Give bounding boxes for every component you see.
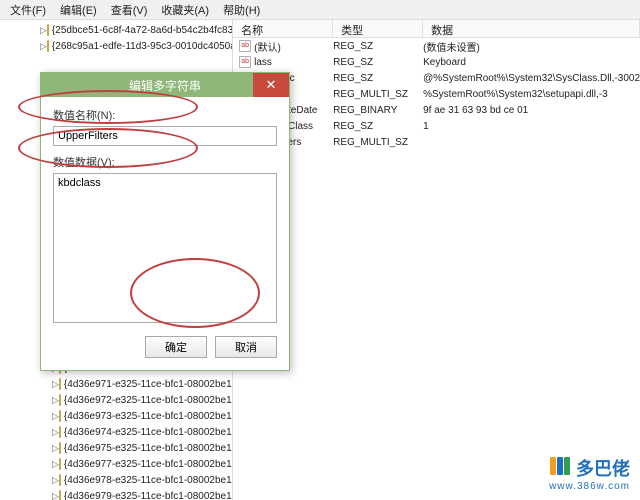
value-type: REG_SZ [333, 41, 423, 52]
tree-item[interactable]: ▷ {4d36e978-e325-11ce-bfc1-08002be10318} [0, 472, 232, 488]
expand-icon[interactable]: ▷ [52, 379, 59, 390]
menu-fav[interactable]: 收藏夹(A) [155, 0, 215, 20]
value-data: Keyboard [423, 57, 640, 68]
tree-item[interactable]: ▷ {4d36e974-e325-11ce-bfc1-08002be10318} [0, 424, 232, 440]
value-row[interactable]: ablass REG_SZ Keyboard [233, 54, 640, 70]
value-icon: ab [239, 56, 251, 68]
folder-icon [47, 24, 49, 36]
folder-icon [59, 410, 61, 422]
menu-file[interactable]: 文件(F) [4, 0, 52, 20]
tree-item-label: {4d36e975-e325-11ce-bfc1-08002be10318} [64, 443, 233, 454]
menu-bar: 文件(F) 编辑(E) 查看(V) 收藏夹(A) 帮助(H) [0, 0, 640, 20]
folder-icon [59, 394, 61, 406]
value-name-input[interactable] [53, 126, 277, 146]
col-type[interactable]: 类型 [333, 20, 423, 37]
tree-item[interactable]: ▷ {4d36e977-e325-11ce-bfc1-08002be10318} [0, 456, 232, 472]
expand-icon[interactable]: ▷ [40, 41, 47, 52]
column-headers: 名称 类型 数据 [233, 20, 640, 38]
value-row[interactable]: abpperFilters REG_MULTI_SZ [233, 134, 640, 150]
ok-button[interactable]: 确定 [145, 336, 207, 358]
value-row[interactable]: abonPath REG_MULTI_SZ %SystemRoot%\Syste… [233, 86, 640, 102]
dialog-titlebar[interactable]: 编辑多字符串 ✕ [41, 73, 289, 97]
tree-item[interactable]: ▷ {25dbce51-6c8f-4a72-8a6d-b54c2b4fc835} [0, 22, 232, 38]
tree-item[interactable]: ▷ {4d36e975-e325-11ce-bfc1-08002be10318} [0, 440, 232, 456]
folder-icon [47, 40, 49, 52]
value-type: REG_SZ [333, 121, 423, 132]
folder-icon [59, 490, 61, 500]
expand-icon[interactable]: ▷ [52, 427, 59, 438]
menu-view[interactable]: 查看(V) [105, 0, 154, 20]
value-row[interactable]: abloInstallClass REG_SZ 1 [233, 118, 640, 134]
folder-icon [59, 474, 61, 486]
expand-icon[interactable]: ▷ [52, 443, 59, 454]
value-name: lass [254, 57, 272, 68]
cancel-button[interactable]: 取消 [215, 336, 277, 358]
folder-icon [59, 426, 61, 438]
expand-icon[interactable]: ▷ [52, 475, 59, 486]
tree-item[interactable]: ▷ {4d36e973-e325-11ce-bfc1-08002be10318} [0, 408, 232, 424]
tree-item-label: {4d36e978-e325-11ce-bfc1-08002be10318} [64, 475, 233, 486]
watermark: 多巴佬 www.386w.com [549, 455, 630, 492]
menu-edit[interactable]: 编辑(E) [54, 0, 103, 20]
expand-icon[interactable]: ▷ [52, 395, 59, 406]
tree-item[interactable]: ▷ {4d36e972-e325-11ce-bfc1-08002be10318} [0, 392, 232, 408]
tree-item-label: {25dbce51-6c8f-4a72-8a6d-b54c2b4fc835} [52, 25, 233, 36]
tree-item[interactable]: ▷ {4d36e979-e325-11ce-bfc1-08002be10318} [0, 488, 232, 500]
value-row[interactable]: ab(默认) REG_SZ (数值未设置) [233, 38, 640, 54]
tree-item-label: {4d36e977-e325-11ce-bfc1-08002be10318} [64, 459, 233, 470]
value-data: %SystemRoot%\System32\setupapi.dll,-3 [423, 89, 640, 100]
tree-item[interactable]: ▷ {268c95a1-edfe-11d3-95c3-0010dc4050a5} [0, 38, 232, 54]
close-icon[interactable]: ✕ [253, 73, 289, 97]
value-data-textarea[interactable] [53, 173, 277, 323]
value-data: 1 [423, 121, 640, 132]
tree-item-label: {4d36e973-e325-11ce-bfc1-08002be10318} [64, 411, 233, 422]
value-type: REG_BINARY [333, 105, 423, 116]
expand-icon[interactable]: ▷ [52, 411, 59, 422]
tree-item-label: {4d36e972-e325-11ce-bfc1-08002be10318} [64, 395, 233, 406]
tree-item-label: {268c95a1-edfe-11d3-95c3-0010dc4050a5} [52, 41, 233, 52]
tree-item[interactable]: ▷ {4d36e971-e325-11ce-bfc1-08002be10318} [0, 376, 232, 392]
value-name: (默认) [254, 39, 281, 54]
value-data: @%SystemRoot%\System32\SysClass.Dll,-300… [423, 73, 640, 84]
expand-icon[interactable]: ▷ [52, 459, 59, 470]
tree-item-label: {4d36e979-e325-11ce-bfc1-08002be10318} [64, 491, 233, 500]
dialog-title-text: 编辑多字符串 [129, 77, 201, 94]
value-data-label: 数值数据(V): [53, 154, 277, 170]
col-data[interactable]: 数据 [423, 20, 640, 37]
value-icon: ab [239, 40, 251, 52]
value-data: (数值未设置) [423, 39, 640, 54]
expand-icon[interactable]: ▷ [52, 491, 59, 500]
value-row[interactable]: 01astDeleteDate REG_BINARY 9f ae 31 63 9… [233, 102, 640, 118]
col-name[interactable]: 名称 [233, 20, 333, 37]
expand-icon[interactable]: ▷ [40, 25, 47, 36]
menu-help[interactable]: 帮助(H) [217, 0, 266, 20]
value-data: 9f ae 31 63 93 bd ce 01 [423, 105, 640, 116]
tree-item-label: {4d36e971-e325-11ce-bfc1-08002be10318} [64, 379, 233, 390]
value-row[interactable]: ablassDesc REG_SZ @%SystemRoot%\System32… [233, 70, 640, 86]
value-type: REG_SZ [333, 57, 423, 68]
value-type: REG_SZ [333, 73, 423, 84]
tree-item-label: {4d36e974-e325-11ce-bfc1-08002be10318} [64, 427, 233, 438]
value-type: REG_MULTI_SZ [333, 137, 423, 148]
folder-icon [59, 378, 61, 390]
folder-icon [59, 458, 61, 470]
value-name-label: 数值名称(N): [53, 107, 277, 123]
folder-icon [59, 442, 61, 454]
values-panel: 名称 类型 数据 ab(默认) REG_SZ (数值未设置) ablass RE… [233, 20, 640, 500]
value-type: REG_MULTI_SZ [333, 89, 423, 100]
edit-multistring-dialog: 编辑多字符串 ✕ 数值名称(N): 数值数据(V): 确定 取消 [40, 72, 290, 371]
